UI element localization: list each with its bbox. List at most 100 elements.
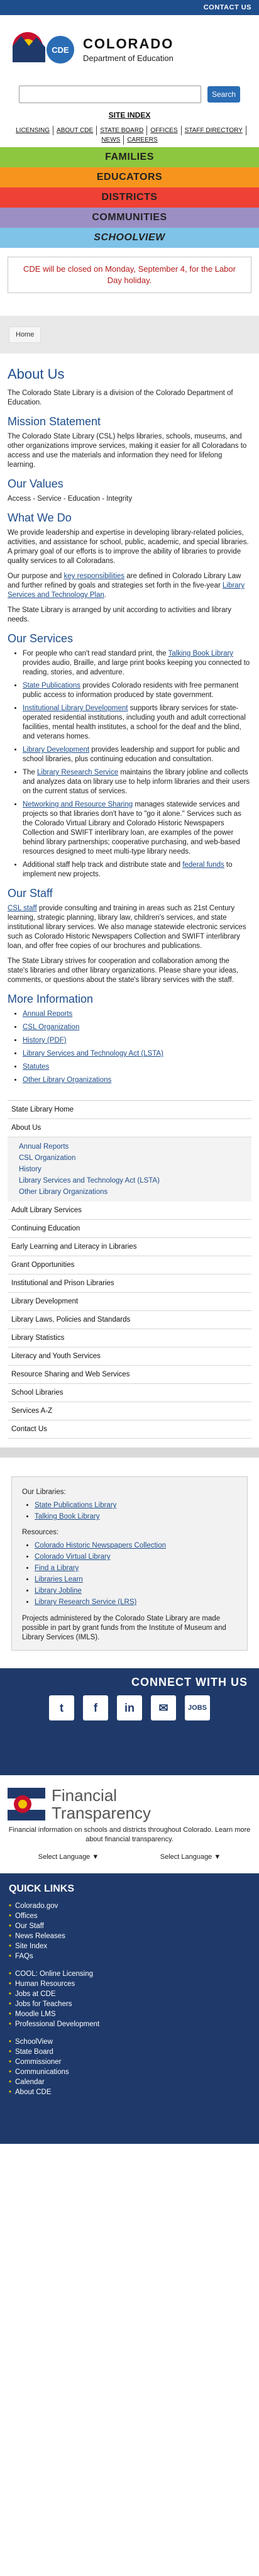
list-item: Additional staff help track and distribu… [23, 861, 251, 879]
list-item: Colorado Virtual Library [35, 1551, 237, 1563]
sidenav-item[interactable]: Grant Opportunities [8, 1256, 251, 1274]
service-link[interactable]: Talking Book Library [168, 650, 234, 657]
band-districts[interactable]: DISTRICTS [0, 187, 259, 208]
list-item: State Publications Library [35, 1500, 237, 1511]
quick-link[interactable]: Our Staff [9, 1921, 250, 1931]
more-info-link[interactable]: Other Library Organizations [23, 1076, 111, 1084]
service-link[interactable]: Library Development [23, 746, 89, 754]
jobs-icon[interactable]: JOBS [185, 1695, 210, 1720]
brand-title: COLORADO [83, 35, 174, 52]
more-info-link[interactable]: Annual Reports [23, 1010, 72, 1018]
quick-link[interactable]: COOL: Online Licensing [9, 1969, 250, 1979]
nav-careers[interactable]: CAREERS [124, 135, 160, 145]
service-link[interactable]: Networking and Resource Sharing [23, 801, 133, 808]
contact-us-link[interactable]: CONTACT US [204, 4, 251, 11]
sidenav-item[interactable]: Library Statistics [8, 1329, 251, 1347]
service-link[interactable]: Library Research Service [37, 769, 118, 776]
band-communities[interactable]: COMMUNITIES [0, 208, 259, 228]
quick-link[interactable]: Colorado.gov [9, 1901, 250, 1911]
facebook-icon[interactable]: f [83, 1695, 108, 1720]
nav-about-cde[interactable]: ABOUT CDE [53, 126, 97, 135]
nav-offices[interactable]: OFFICES [147, 126, 182, 135]
band-educators[interactable]: EDUCATORS [0, 167, 259, 187]
nav-state-board[interactable]: STATE BOARD [97, 126, 148, 135]
resource-link[interactable]: Library Research Service (LRS) [35, 1598, 136, 1606]
more-info-link[interactable]: Statutes [23, 1063, 49, 1071]
list-item: Library Jobline [35, 1585, 237, 1597]
key-responsibilities-link[interactable]: key responsibilities [64, 572, 125, 580]
sidenav-item[interactable]: School Libraries [8, 1384, 251, 1402]
quick-link[interactable]: Site Index [9, 1941, 250, 1951]
more-info-link[interactable]: History (PDF) [23, 1037, 67, 1044]
sidenav-item[interactable]: Institutional and Prison Libraries [8, 1274, 251, 1293]
breadcrumb-home[interactable]: Home [9, 326, 41, 343]
financial-desc: Financial information on schools and dis… [8, 1826, 251, 1843]
linkedin-icon[interactable]: in [117, 1695, 142, 1720]
list-item: Institutional Library Development suppor… [23, 704, 251, 742]
sidenav-sub-item[interactable]: Other Library Organizations [11, 1186, 248, 1198]
sidenav-home[interactable]: State Library Home [8, 1101, 251, 1119]
service-link[interactable]: federal funds [182, 861, 224, 869]
resource-link[interactable]: Colorado Historic Newspapers Collection [35, 1542, 166, 1549]
library-link[interactable]: Talking Book Library [35, 1513, 100, 1520]
quick-link[interactable]: FAQs [9, 1951, 250, 1961]
sidenav-sub-item[interactable]: Annual Reports [11, 1141, 248, 1152]
quick-link[interactable]: About CDE [9, 2087, 250, 2097]
resource-link[interactable]: Find a Library [35, 1564, 79, 1572]
nav-staff-directory[interactable]: STAFF DIRECTORY [182, 126, 246, 135]
quick-link[interactable]: Human Resources [9, 1979, 250, 1989]
nav-licensing[interactable]: LICENSING [13, 126, 54, 135]
twitter-icon[interactable]: t [49, 1695, 74, 1720]
sidenav-item[interactable]: Early Learning and Literacy in Libraries [8, 1238, 251, 1256]
colorado-logo[interactable]: CDE [9, 27, 78, 71]
sidenav-item[interactable]: Contact Us [8, 1420, 251, 1439]
services-heading: Our Services [8, 632, 74, 645]
sidenav-item[interactable]: Library Laws, Policies and Standards [8, 1311, 251, 1329]
band-families[interactable]: FAMILIES [0, 147, 259, 167]
sidenav-sub-item[interactable]: CSL Organization [11, 1152, 248, 1164]
language-select[interactable]: Select Language ▼ [160, 1853, 221, 1861]
nav-news[interactable]: NEWS [98, 135, 124, 145]
sidenav-about[interactable]: About Us [8, 1119, 251, 1137]
sidenav-sub-item[interactable]: History [11, 1164, 248, 1175]
list-item: Networking and Resource Sharing manages … [23, 800, 251, 857]
library-link[interactable]: State Publications Library [35, 1502, 116, 1509]
resource-link[interactable]: Libraries Learn [35, 1576, 83, 1583]
site-index-link[interactable]: SITE INDEX [109, 111, 151, 120]
quick-link[interactable]: Jobs for Teachers [9, 1999, 250, 2009]
quick-link[interactable]: Jobs at CDE [9, 1989, 250, 1999]
resource-link[interactable]: Library Jobline [35, 1587, 82, 1595]
quick-link[interactable]: Offices [9, 1911, 250, 1921]
search-input[interactable] [19, 86, 201, 103]
quick-link[interactable]: Commissioner [9, 2057, 250, 2067]
quick-link[interactable]: Moodle LMS [9, 2009, 250, 2019]
band-schoolview[interactable]: SCHOOLVIEW [0, 228, 259, 248]
mail-icon[interactable]: ✉ [151, 1695, 176, 1720]
more-info-link[interactable]: CSL Organization [23, 1023, 79, 1031]
sidenav-item[interactable]: Continuing Education [8, 1220, 251, 1238]
search-button[interactable]: Search [207, 86, 240, 103]
service-link[interactable]: State Publications [23, 682, 80, 689]
audience-nav: FAMILIES EDUCATORS DISTRICTS COMMUNITIES… [0, 147, 259, 248]
quick-link[interactable]: SchoolView [9, 2037, 250, 2047]
list-item: For people who can't read standard print… [23, 649, 251, 677]
resource-link[interactable]: Colorado Virtual Library [35, 1553, 111, 1561]
sidenav-item[interactable]: Library Development [8, 1293, 251, 1311]
quick-link[interactable]: State Board [9, 2047, 250, 2057]
top-bar: CONTACT US [0, 0, 259, 15]
quick-link[interactable]: Calendar [9, 2077, 250, 2087]
sidenav-item[interactable]: Literacy and Youth Services [8, 1347, 251, 1366]
sidenav-item[interactable]: Adult Library Services [8, 1202, 251, 1220]
language-select[interactable]: Select Language ▼ [38, 1853, 99, 1861]
quick-link[interactable]: Professional Development [9, 2019, 250, 2029]
sidenav-item[interactable]: Resource Sharing and Web Services [8, 1366, 251, 1384]
more-info-link[interactable]: Library Services and Technology Act (LST… [23, 1050, 163, 1057]
csl-staff-link[interactable]: CSL staff [8, 905, 37, 912]
staff-p2: The State Library strives for cooperatio… [8, 957, 239, 984]
quick-link[interactable]: News Releases [9, 1931, 250, 1941]
service-link[interactable]: Institutional Library Development [23, 705, 128, 712]
sidenav-sub-item[interactable]: Library Services and Technology Act (LST… [11, 1175, 248, 1186]
sidenav-item[interactable]: Services A-Z [8, 1402, 251, 1420]
financial-header[interactable]: Financial Transparency [8, 1787, 251, 1822]
quick-link[interactable]: Communications [9, 2067, 250, 2077]
